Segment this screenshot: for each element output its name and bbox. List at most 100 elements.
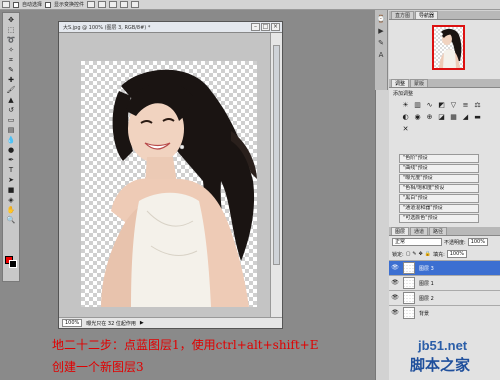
shape-tool-icon[interactable]: ■	[5, 186, 17, 194]
tab-masks[interactable]: 蒙版	[410, 79, 429, 87]
collapsed-panel-strip: ⌚ ▶ ✎ A	[375, 10, 388, 90]
tab-navigator[interactable]: 导航器	[415, 11, 439, 19]
status-bar: 100% 曝光只在 32 位起作用 ▶	[59, 317, 282, 328]
actions-panel-icon[interactable]: ▶	[378, 27, 383, 35]
lock-position-icon[interactable]: ✥	[419, 251, 423, 257]
canvas-area[interactable]	[59, 33, 272, 318]
history-brush-tool-icon[interactable]: ↺	[5, 106, 17, 114]
healing-brush-tool-icon[interactable]: ✚	[5, 76, 17, 84]
eye-icon[interactable]: 👁	[391, 264, 399, 272]
brightness-icon[interactable]: ☀	[401, 101, 410, 110]
opacity-field[interactable]: 100%	[467, 238, 488, 246]
navigator-panel	[389, 20, 500, 80]
gradient-tool-icon[interactable]: ▤	[5, 126, 17, 134]
background-color-swatch[interactable]	[9, 260, 17, 268]
align-icon[interactable]	[87, 1, 96, 8]
black-white-icon[interactable]: ◐	[401, 113, 410, 122]
dodge-tool-icon[interactable]: ●	[5, 146, 17, 154]
minimize-button[interactable]: –	[251, 23, 260, 31]
hue-saturation-icon[interactable]: ≡	[461, 101, 470, 110]
marquee-tool-icon[interactable]: ⬚	[5, 26, 17, 34]
lock-transparency-icon[interactable]: ▢	[406, 251, 411, 257]
adjustments-panel: 添加调整 ☀ ▥ ∿ ◩ ▽ ≡ ⚖ ◐ ◉ ⊕ ◪ ▦ ◢ ▬ ✕ "色阶"预…	[389, 88, 500, 228]
lock-pixels-icon[interactable]: ✎	[412, 251, 416, 257]
distribute-icon[interactable]	[120, 1, 129, 8]
tab-layers[interactable]: 图层	[391, 227, 410, 235]
move-tool-icon[interactable]	[2, 1, 10, 8]
zoom-tool-icon[interactable]: 🔍	[5, 216, 17, 224]
3d-tool-icon[interactable]: ◈	[5, 196, 17, 204]
threshold-icon[interactable]: ◢	[461, 113, 470, 122]
preset-item[interactable]: "可选颜色"预设	[399, 214, 479, 223]
character-panel-icon[interactable]: A	[379, 51, 384, 59]
magic-wand-tool-icon[interactable]: ✧	[5, 46, 17, 54]
maximize-button[interactable]: □	[261, 23, 270, 31]
lock-all-icon[interactable]: 🔒	[425, 251, 431, 257]
tab-channels[interactable]: 通道	[410, 227, 429, 235]
instruction-line-1: 地二十二步：点蓝图层1，使用ctrl+alt+shift+E	[52, 338, 319, 352]
preset-item[interactable]: "曲线"预设	[399, 164, 479, 173]
photo-filter-icon[interactable]: ◉	[413, 113, 422, 122]
selective-color-icon[interactable]: ✕	[401, 125, 410, 134]
close-button[interactable]: ×	[271, 23, 280, 31]
image-canvas[interactable]	[81, 61, 257, 307]
pen-tool-icon[interactable]: ✒	[5, 156, 17, 164]
vibrance-icon[interactable]: ▽	[449, 101, 458, 110]
adjust-tabs: 调整 蒙版	[389, 79, 500, 88]
adjustment-icons: ☀ ▥ ∿ ◩ ▽ ≡ ⚖ ◐ ◉ ⊕ ◪ ▦ ◢ ▬ ✕	[389, 99, 500, 136]
status-arrow-icon[interactable]: ▶	[140, 320, 144, 326]
exposure-icon[interactable]: ◩	[437, 101, 446, 110]
preset-item[interactable]: "黑白"预设	[399, 194, 479, 203]
history-panel-icon[interactable]: ⌚	[377, 15, 386, 23]
curves-icon[interactable]: ∿	[425, 101, 434, 110]
invert-icon[interactable]: ◪	[437, 113, 446, 122]
document-tab[interactable]: 大S.jpg @ 100% (图层 3, RGB/8#) * – □ ×	[59, 22, 282, 33]
hand-tool-icon[interactable]: ✋	[5, 206, 17, 214]
blend-mode-select[interactable]: 正常	[392, 238, 442, 246]
move-tool-icon[interactable]: ✥	[5, 16, 17, 24]
preset-item[interactable]: "通道混和器"预设	[399, 204, 479, 213]
layer-row[interactable]: 👁 背景	[389, 305, 500, 320]
brush-tool-icon[interactable]: 🖌	[5, 86, 17, 94]
align-icon[interactable]	[109, 1, 118, 8]
eye-icon[interactable]: 👁	[391, 309, 399, 317]
preset-item[interactable]: "色阶"预设	[399, 154, 479, 163]
gradient-map-icon[interactable]: ▬	[473, 113, 482, 122]
zoom-field[interactable]: 100%	[62, 319, 83, 327]
brush-panel-icon[interactable]: ✎	[378, 39, 384, 47]
navigator-thumbnail[interactable]	[432, 25, 465, 70]
align-icon[interactable]	[98, 1, 107, 8]
watermark-site-name: 脚本之家	[410, 356, 471, 374]
scrollbar-thumb[interactable]	[273, 45, 280, 265]
vertical-scrollbar[interactable]	[270, 33, 282, 318]
layer-name: 图层 3	[419, 265, 434, 272]
layer-row[interactable]: 👁 图层 3	[389, 260, 500, 275]
layer-row[interactable]: 👁 图层 1	[389, 275, 500, 290]
distribute-icon[interactable]	[131, 1, 140, 8]
channel-mixer-icon[interactable]: ⊕	[425, 113, 434, 122]
eyedropper-tool-icon[interactable]: ✎	[5, 66, 17, 74]
type-tool-icon[interactable]: T	[5, 166, 17, 174]
levels-icon[interactable]: ▥	[413, 101, 422, 110]
fill-field[interactable]: 100%	[446, 250, 467, 258]
lasso-tool-icon[interactable]: ➰	[5, 36, 17, 44]
layer-row[interactable]: 👁 图层 2	[389, 290, 500, 305]
color-balance-icon[interactable]: ⚖	[473, 101, 482, 110]
crop-tool-icon[interactable]: ⌗	[5, 56, 17, 64]
eraser-tool-icon[interactable]: ▭	[5, 116, 17, 124]
auto-select-checkbox[interactable]	[13, 1, 19, 8]
preset-item[interactable]: "曝光度"预设	[399, 174, 479, 183]
path-selection-tool-icon[interactable]: ➤	[5, 176, 17, 184]
watermark-url: jb51.net	[418, 338, 468, 353]
tab-paths[interactable]: 路径	[429, 227, 448, 235]
tab-histogram[interactable]: 直方图	[391, 11, 415, 19]
posterize-icon[interactable]: ▦	[449, 113, 458, 122]
preset-item[interactable]: "色相/饱和度"预设	[399, 184, 479, 193]
eye-icon[interactable]: 👁	[391, 294, 399, 302]
blur-tool-icon[interactable]: 💧	[5, 136, 17, 144]
instruction-line-2: 创建一个新图层3	[52, 360, 144, 374]
clone-stamp-tool-icon[interactable]: ▲	[5, 96, 17, 104]
tab-adjustments[interactable]: 调整	[391, 79, 410, 87]
show-transform-checkbox[interactable]	[45, 1, 52, 8]
eye-icon[interactable]: 👁	[391, 279, 399, 287]
